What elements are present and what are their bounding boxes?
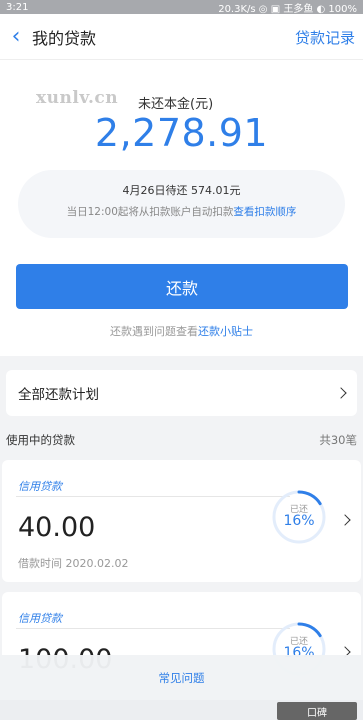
repay-tips-link[interactable]: 还款小贴士 <box>198 325 253 338</box>
loan-time: 借款时间 2020.02.02 <box>18 557 129 570</box>
status-time: 3:21 <box>6 1 29 13</box>
tips-text: 还款遇到问题查看 <box>110 325 198 338</box>
chevron-right-icon <box>339 514 351 526</box>
divider <box>16 496 290 497</box>
unpaid-principal-amount: 2,278.91 <box>94 111 269 155</box>
repaid-progress-ring: 已还 16% <box>270 488 328 546</box>
loan-amount: 40.00 <box>18 512 96 543</box>
debit-order-link[interactable]: 查看扣款顺序 <box>233 206 296 218</box>
repaid-percent: 16% <box>283 513 315 529</box>
autodebit-notice: 当日12:00起将从扣款账户自动扣款查看扣款顺序 <box>18 204 345 219</box>
autodebit-text: 当日12:00起将从扣款账户自动扣款 <box>66 206 234 218</box>
repay-button[interactable]: 还款 <box>16 264 348 309</box>
divider <box>16 628 290 629</box>
back-icon[interactable]: ‹ <box>2 14 30 60</box>
all-repayment-plan-row[interactable]: 全部还款计划 <box>6 370 357 416</box>
status-bar: 3:21 20.3K/s ◎ ▣ 王多鱼 ◐ 100% <box>0 0 363 15</box>
loan-card[interactable]: 信用贷款 40.00 借款时间 2020.02.02 已还 16% <box>2 460 361 582</box>
section-title: 使用中的贷款 <box>6 433 75 447</box>
repay-tips: 还款遇到问题查看还款小贴士 <box>0 323 363 339</box>
loan-records-link[interactable]: 贷款记录 <box>295 27 355 48</box>
source-badge: 口碑 <box>277 702 357 720</box>
loan-type-tag: 信用贷款 <box>18 480 62 493</box>
due-amount-text: 4月26日待还 574.01元 <box>122 184 241 197</box>
unpaid-principal-label: 未还本金(元) <box>138 97 214 112</box>
page-title: 我的贷款 <box>32 28 97 48</box>
due-info-box: 4月26日待还 574.01元 当日12:00起将从扣款账户自动扣款查看扣款顺序 <box>18 170 345 238</box>
status-indicators: 20.3K/s ◎ ▣ 王多鱼 ◐ 100% <box>218 3 357 15</box>
plan-label: 全部还款计划 <box>18 387 99 403</box>
loan-type-tag: 信用贷款 <box>18 612 62 625</box>
chevron-right-icon <box>335 387 347 399</box>
watermark: xunlv.cn <box>36 88 119 108</box>
active-loans-header: 使用中的贷款 共30笔 <box>6 432 357 448</box>
summary-card: xunlv.cn 未还本金(元) 2,278.91 4月26日待还 574.01… <box>0 60 363 356</box>
navigation-bar: ‹ 我的贷款 贷款记录 <box>0 14 363 60</box>
loan-count: 共30笔 <box>319 433 357 447</box>
faq-link[interactable]: 常见问题 <box>0 655 363 700</box>
